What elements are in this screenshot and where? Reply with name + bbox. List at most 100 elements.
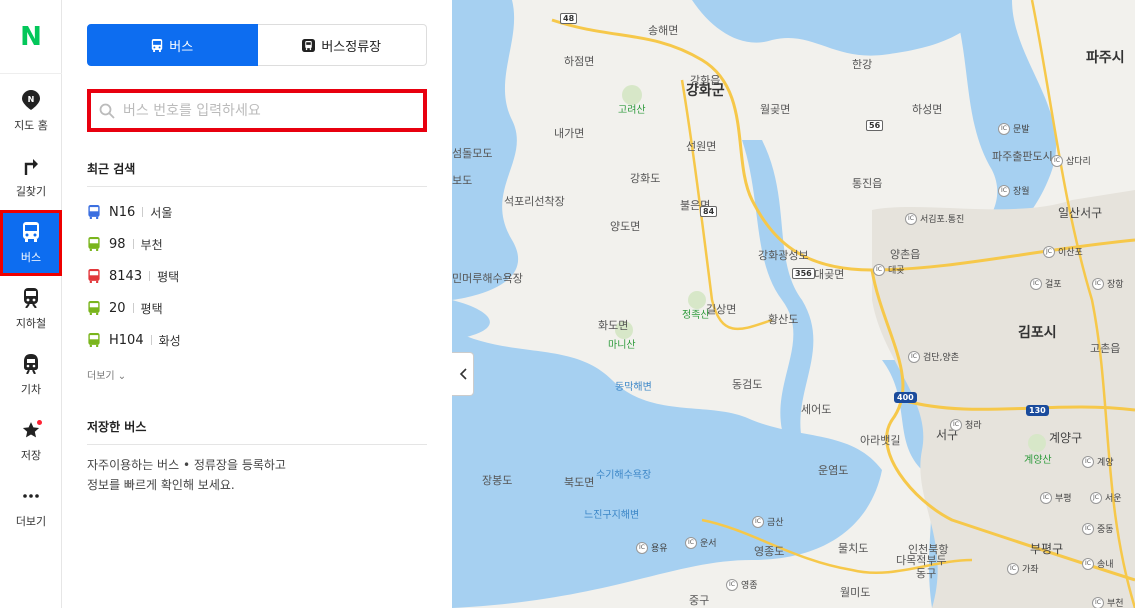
ic-marker: IC 문발 bbox=[998, 122, 1030, 135]
bus-icon bbox=[88, 269, 100, 283]
map-label: 황산도 bbox=[768, 313, 799, 326]
separator bbox=[142, 207, 144, 217]
map-label: 화도면 bbox=[598, 319, 629, 332]
rail-item-more[interactable]: 더보기 bbox=[0, 474, 62, 540]
ic-marker: JC 이산포 bbox=[1043, 245, 1083, 258]
map-canvas[interactable]: 송해면 하점면 강화읍 강화군 고려산 한강 파주시 내가면 월곶면 하성면 I… bbox=[452, 0, 1135, 608]
ic-marker: IC 송내 bbox=[1082, 557, 1114, 570]
rail-item-directions[interactable]: 길찾기 bbox=[0, 144, 62, 210]
logo-text: N bbox=[20, 21, 42, 52]
chevron-down-icon: ⌄ bbox=[117, 371, 127, 382]
separator bbox=[132, 303, 134, 313]
ic-marker: IC 장월 bbox=[998, 184, 1030, 197]
route-shield: 48 bbox=[560, 13, 578, 24]
rail-item-train[interactable]: 기차 bbox=[0, 342, 62, 408]
panel-collapse-button[interactable] bbox=[452, 352, 474, 396]
ic-marker: IC 계양 bbox=[1082, 455, 1114, 468]
map-label: 월미도 bbox=[840, 586, 871, 599]
chevron-left-icon bbox=[459, 365, 467, 384]
divider bbox=[87, 444, 427, 445]
directions-icon bbox=[20, 155, 42, 177]
map-label: 석포리선착장 bbox=[504, 195, 565, 208]
rail-item-bus[interactable]: 버스 bbox=[0, 210, 62, 276]
bus-icon bbox=[88, 301, 100, 315]
ic-marker: IC 영종 bbox=[726, 578, 758, 591]
map-label: 하점면 bbox=[564, 55, 595, 68]
map-label: 계양산 bbox=[1024, 455, 1052, 466]
tab-bus[interactable]: 버스 bbox=[87, 24, 258, 66]
ic-marker: JC 서운 bbox=[1090, 491, 1122, 504]
recent-item[interactable]: N16 서울 bbox=[87, 196, 427, 228]
map-label: 강화군 bbox=[686, 83, 725, 99]
bus-number: H104 bbox=[109, 332, 144, 348]
map-label: 장봉도 bbox=[482, 474, 513, 487]
separator bbox=[150, 335, 152, 345]
bus-number-input[interactable] bbox=[123, 102, 403, 119]
bus-icon bbox=[88, 333, 100, 347]
rail-item-map-home[interactable]: N 지도 홈 bbox=[0, 78, 62, 144]
ic-marker: IC 청라 bbox=[950, 418, 982, 431]
recent-search-title: 최근 검색 bbox=[87, 162, 136, 176]
bus-icon bbox=[88, 205, 100, 219]
ic-marker: IC 부천 bbox=[1092, 596, 1124, 608]
left-nav-rail: N N 지도 홈 길찾기 버스 지하철 기차 저장 더보기 bbox=[0, 0, 62, 608]
ic-marker: IC 가좌 bbox=[1007, 562, 1039, 575]
ic-marker: IC 장항 bbox=[1092, 277, 1124, 290]
rail-label: 지하철 bbox=[15, 317, 47, 330]
bus-number: 8143 bbox=[109, 268, 143, 284]
bus-stop-icon bbox=[302, 38, 316, 52]
bus-search-panel: 버스 버스정류장 최근 검색 N16 서울 98 부천 bbox=[62, 0, 452, 608]
ic-marker: IC 대곶 bbox=[873, 263, 905, 276]
more-link[interactable]: 더보기 ⌄ bbox=[87, 367, 126, 382]
search-icon bbox=[99, 103, 115, 119]
rail-item-subway[interactable]: 지하철 bbox=[0, 276, 62, 342]
tab-bus-stop[interactable]: 버스정류장 bbox=[257, 24, 427, 66]
map-label: 동검도 bbox=[732, 378, 763, 391]
rail-label: 더보기 bbox=[15, 515, 47, 528]
ic-marker: IC 금산 bbox=[752, 515, 784, 528]
bus-icon bbox=[152, 38, 163, 52]
recent-item[interactable]: 98 부천 bbox=[87, 228, 427, 260]
recent-item[interactable]: 20 평택 bbox=[87, 292, 427, 324]
map-pin-icon: N bbox=[20, 89, 42, 111]
recent-item[interactable]: H104 화성 bbox=[87, 324, 427, 356]
bus-number: 20 bbox=[109, 300, 126, 316]
map-label: 민머루해수욕장 bbox=[452, 272, 523, 285]
map-label: 동막해변 bbox=[615, 382, 652, 393]
saved-desc-line: 자주이용하는 버스 • 정류장을 등록하고 bbox=[87, 458, 286, 472]
map-label: 통진읍 bbox=[852, 177, 883, 190]
map-label: 길상면 bbox=[706, 303, 737, 316]
map-label: 보도 bbox=[452, 174, 473, 187]
ic-marker: IC 부평 bbox=[1040, 491, 1072, 504]
map-label: 계양구 bbox=[1049, 431, 1083, 445]
route-shield: 56 bbox=[866, 120, 884, 131]
bus-region: 서울 bbox=[150, 205, 173, 220]
rail-item-saved[interactable]: 저장 bbox=[0, 408, 62, 474]
map-label: 수기해수욕장 bbox=[596, 470, 652, 481]
recent-item[interactable]: 8143 평택 bbox=[87, 260, 427, 292]
map-label: 한강 bbox=[852, 58, 873, 71]
subway-icon bbox=[20, 287, 42, 309]
map-label: 파주시 bbox=[1086, 50, 1125, 66]
map-label: 운염도 bbox=[818, 464, 849, 477]
train-icon bbox=[20, 353, 42, 375]
rail-label: 버스 bbox=[20, 251, 42, 264]
map-label: 일산서구 bbox=[1058, 206, 1103, 220]
bus-region: 평택 bbox=[157, 269, 180, 284]
bus-number: 98 bbox=[109, 236, 126, 252]
bus-icon bbox=[20, 221, 42, 243]
highway-shield: 130 bbox=[1026, 405, 1049, 416]
saved-bus-description: 자주이용하는 버스 • 정류장을 등록하고 정보를 빠르게 확인해 보세요. bbox=[87, 455, 387, 495]
map-label: 영종도 bbox=[754, 545, 785, 558]
map-label: 양촌읍 bbox=[890, 248, 921, 261]
map-label: 마니산 bbox=[608, 340, 636, 351]
map-label: 중구 bbox=[689, 594, 710, 607]
map-label: 세어도 bbox=[801, 403, 832, 416]
route-shield: 84 bbox=[700, 206, 718, 217]
ic-marker: IC 중동 bbox=[1082, 522, 1114, 535]
bus-region: 부천 bbox=[140, 237, 163, 252]
ic-marker: IC 걸포 bbox=[1030, 277, 1062, 290]
tab-bus-label: 버스 bbox=[169, 39, 194, 55]
route-shield: 356 bbox=[792, 268, 815, 279]
naver-logo[interactable]: N bbox=[0, 0, 62, 74]
